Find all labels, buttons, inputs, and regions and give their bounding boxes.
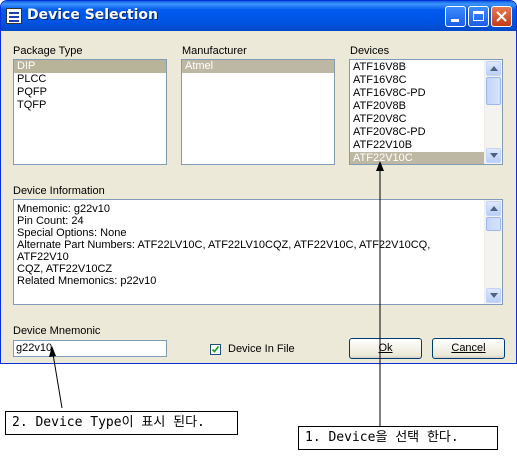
arrow-head-2	[49, 346, 56, 357]
annotation-arrows	[49, 161, 384, 426]
arrow-line-2	[52, 353, 63, 409]
arrow-head-1	[376, 161, 384, 171]
annotation-select-device: 1. Device을 선택 한다.	[298, 426, 498, 450]
annotation-device-type: 2. Device Type이 표시 된다.	[5, 411, 238, 435]
